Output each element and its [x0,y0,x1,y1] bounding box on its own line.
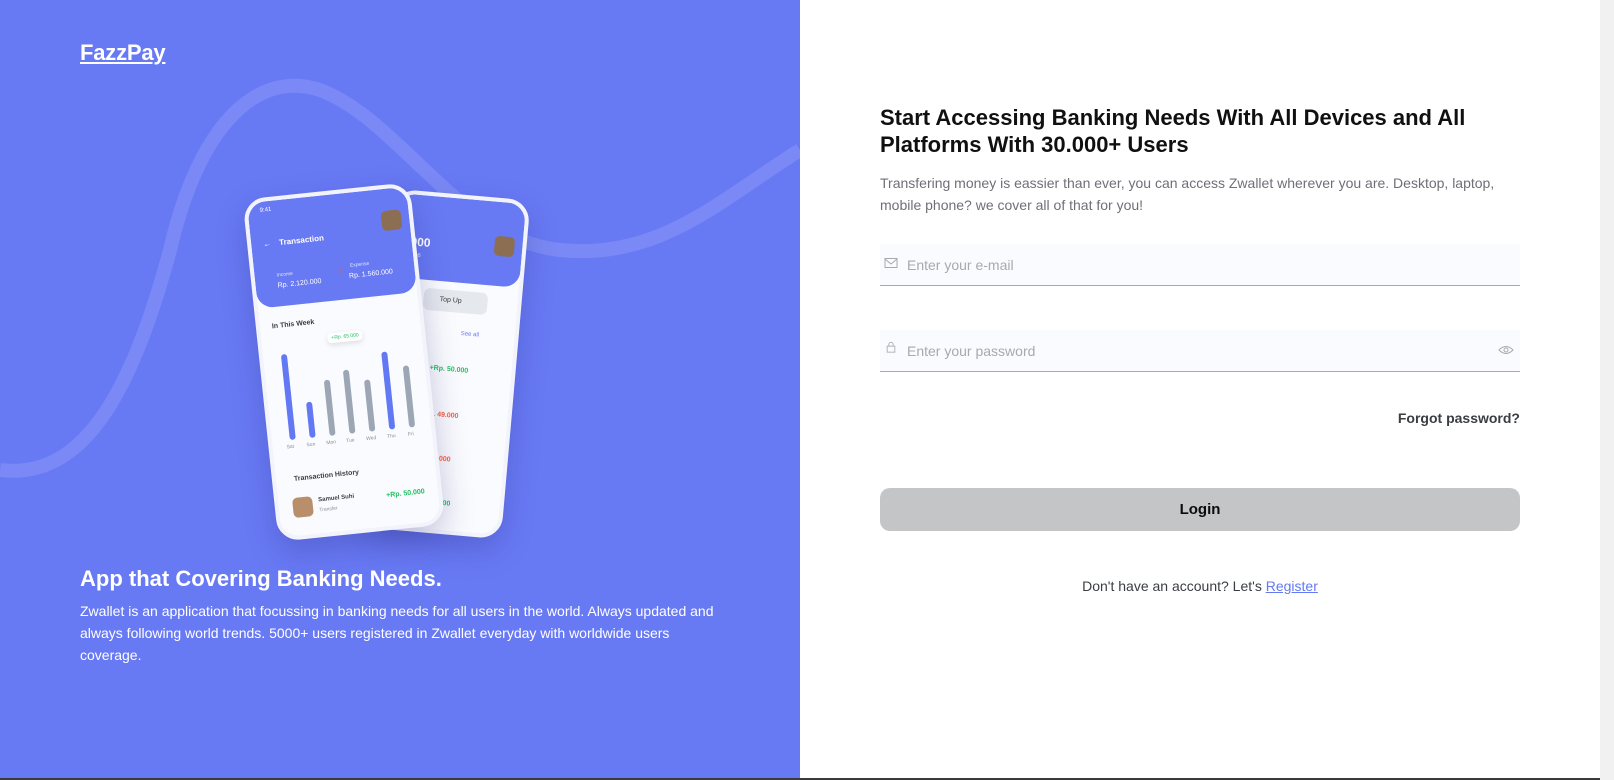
password-input[interactable] [905,330,1469,372]
email-input[interactable] [905,244,1489,286]
mockup-history-sub: Transfer [319,505,339,514]
promo-heading: App that Covering Banking Needs. [80,566,442,591]
eye-icon[interactable] [1498,344,1514,356]
mockup-bar [342,369,356,434]
mockup-history-avatar [291,496,314,519]
income-arrow-icon: ↓ [264,277,270,287]
mockup-expense-label: Expense [349,260,370,269]
mockup-bar [402,365,416,428]
app-mockup: 0.000 7096 fer Top Up tory See all +Rp. … [230,176,570,546]
mockup-day: Wed [365,435,377,443]
mockup-week-title: In This Week [271,318,315,331]
promo-panel: FazzPay 0.000 7096 fer Top Up tory See a… [0,0,800,780]
password-field [880,330,1520,372]
mockup-bar [323,379,336,436]
login-title: Start Accessing Banking Needs With All D… [880,105,1466,157]
expense-arrow-icon: ↑ [337,265,343,276]
mockup-day: Thu [386,433,396,440]
register-prompt-text: Don't have an account? Let's [1082,578,1262,594]
mockup-history-amount: +Rp. 50.000 [385,488,426,500]
email-field [880,244,1520,286]
mockup-avatar [380,209,403,232]
mockup-history-name: Samuel Suhi [318,493,355,504]
mockup-avatar [493,235,516,258]
mockup-back-arrow-icon: ← [262,238,272,249]
login-button[interactable]: Login [880,488,1520,531]
mockup-time: 9:41 [259,206,272,214]
mockup-bar [381,351,396,430]
mockup-see-all: See all [460,331,480,339]
login-subtitle: Transfering money is eassier than ever, … [880,175,1495,213]
mockup-bar [305,401,316,438]
lock-icon [886,341,896,353]
scrollbar[interactable] [1600,0,1614,780]
mockup-bar-chart [276,337,421,441]
mockup-phone-front: 9:41 ← Transaction ↓ Income Rp. 2.120.00… [242,182,446,542]
mockup-bar [363,379,376,432]
mockup-day: Sat [286,443,295,451]
mockup-expense-value: Rp. 1.560.000 [348,268,394,280]
mockup-income-value: Rp. 2.120.000 [277,277,322,290]
mockup-amount: +Rp. 50.000 [429,364,469,375]
promo-description: Zwallet is an application that focussing… [80,603,714,663]
mockup-title: Transaction [278,233,325,248]
mockup-history-title: Transaction History [293,469,360,483]
mockup-day: Fri [407,431,415,438]
mockup-income-label: Income [276,270,294,279]
mockup-day: Mon [326,439,337,447]
forgot-password-link[interactable]: Forgot password? [1300,410,1520,426]
mockup-day: Sun [306,441,316,449]
mockup-bar [280,353,296,441]
register-prompt: Don't have an account? Let's Register [880,578,1520,594]
brand-logo[interactable]: FazzPay [80,40,166,66]
register-link[interactable]: Register [1266,578,1318,594]
mail-icon [884,258,898,268]
mockup-day: Tue [345,437,355,445]
